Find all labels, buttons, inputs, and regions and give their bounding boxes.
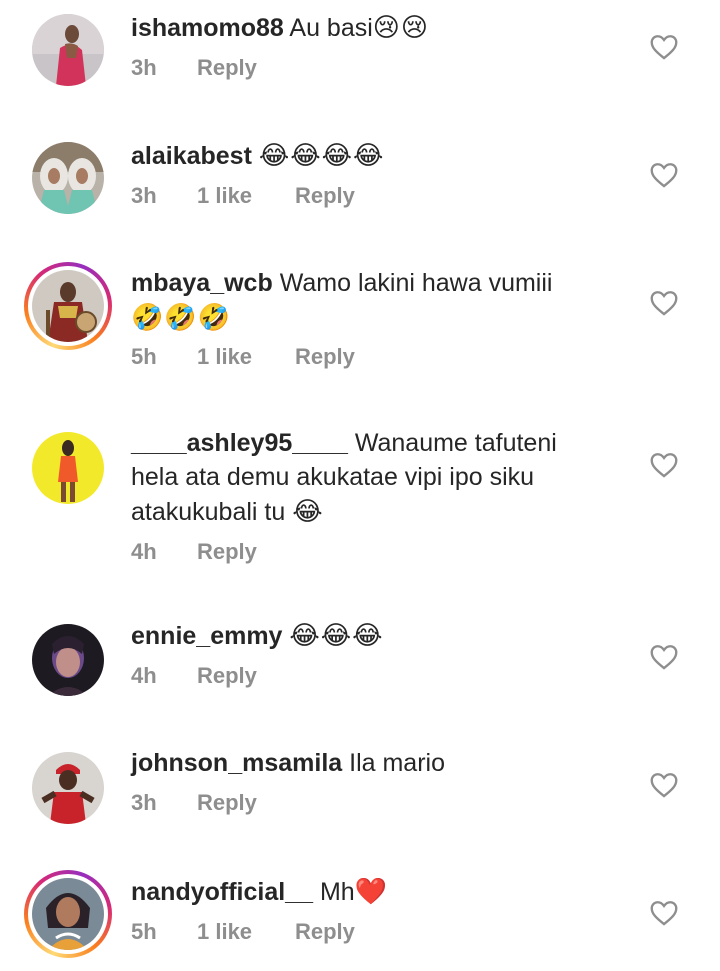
comment-line: johnson_msamila Ila mario [131,746,631,780]
heart-icon[interactable] [650,162,678,188]
comment-item: nandyofficial__ Mh❤️ 5h 1 like Reply [0,864,720,971]
comment-timestamp: 5h [131,344,157,369]
comment-meta: 3h 1 like Reply [131,181,631,211]
heart-icon[interactable] [650,290,678,316]
comment-timestamp: 4h [131,663,157,688]
comment-item: ____ashley95____ Wanaume tafuteni hela a… [0,416,720,608]
comment-item: ishamomo88 Au basi😢😢 3h Reply [0,0,720,128]
comment-timestamp: 3h [131,790,157,815]
story-ring [28,266,108,346]
comment-likes[interactable]: 1 like [197,342,295,372]
avatar-photo-woman-selfie [32,624,104,696]
comment-likes[interactable]: 1 like [197,917,295,947]
comment-text-line: atakukubali tu 😂 [131,494,631,529]
comment-line: nandyofficial__ Mh❤️ [131,874,631,909]
comment-username[interactable]: ____ashley95____ [131,429,348,457]
comment-text [252,142,259,170]
comment-line: ishamomo88 Au basi😢😢 [131,10,631,45]
avatar-photo-woman-glam [32,878,104,950]
avatar-photo-two-women-hijab [32,142,104,214]
comment-emoji: 🤣🤣🤣 [131,302,232,332]
comment-emoji: 😂😂😂😂 [258,140,385,170]
avatar[interactable] [32,752,104,824]
comment-likes[interactable]: 1 like [197,181,295,211]
comment-username[interactable]: alaikabest [131,142,252,170]
avatar[interactable] [32,14,104,86]
story-ring [28,874,108,954]
comment-line: ____ashley95____ Wanaume tafuteni [131,426,631,460]
comment-emoji: 😂 [292,496,324,526]
avatar[interactable] [32,432,104,504]
comment-emoji: 😂😂😂 [289,620,384,650]
reply-button[interactable]: Reply [197,537,257,567]
reply-button[interactable]: Reply [295,342,355,372]
reply-button[interactable]: Reply [197,53,257,83]
comment-meta: 3h Reply [131,788,631,818]
heart-icon[interactable] [650,34,678,60]
comment-meta: 4h Reply [131,537,631,567]
avatar[interactable] [24,262,112,350]
comment-text: Wanaume tafuteni [347,429,557,457]
comment-meta: 5h 1 like Reply [131,917,631,947]
comment-line: alaikabest 😂😂😂😂 [131,138,631,173]
comment-text: Wamo lakini hawa vumiii [272,269,553,297]
comment-line: ennie_emmy 😂😂😂 [131,618,631,653]
avatar-photo-man-traditional [32,270,104,342]
avatar-photo-woman-orange [32,432,104,504]
reply-button[interactable]: Reply [197,788,257,818]
reply-button[interactable]: Reply [295,181,355,211]
comment-username[interactable]: ennie_emmy [131,622,282,650]
comment-emoji: 😢😢 [372,12,430,42]
comment-item: alaikabest 😂😂😂😂 3h 1 like Reply [0,128,720,256]
comment-item: johnson_msamila Ila mario 3h Reply [0,736,720,864]
reply-button[interactable]: Reply [197,661,257,691]
comment-text: Au basi [283,14,373,42]
comment-timestamp: 3h [131,55,157,80]
comment-item: mbaya_wcb Wamo lakini hawa vumiii 🤣🤣🤣 5h… [0,256,720,416]
avatar[interactable] [24,870,112,958]
comment-text: Ila mario [342,749,445,777]
heart-icon[interactable] [650,452,678,478]
comment-username[interactable]: ishamomo88 [131,14,284,42]
comment-meta: 4h Reply [131,661,631,691]
comment-username[interactable]: mbaya_wcb [131,269,273,297]
comment-item: ennie_emmy 😂😂😂 4h Reply [0,608,720,736]
comment-timestamp: 3h [131,183,157,208]
comment-timestamp: 4h [131,539,157,564]
avatar-photo-woman-pink [32,14,104,86]
comment-username[interactable]: nandyofficial__ [131,878,313,906]
heart-icon[interactable] [650,644,678,670]
heart-icon[interactable] [650,772,678,798]
avatar[interactable] [32,142,104,214]
reply-button[interactable]: Reply [295,917,355,947]
comment-username[interactable]: johnson_msamila [131,749,342,777]
comment-meta: 3h Reply [131,53,631,83]
heart-icon[interactable] [650,900,678,926]
comment-meta: 5h 1 like Reply [131,342,631,372]
avatar-photo-man-red-cap [32,752,104,824]
comment-timestamp: 5h [131,919,157,944]
comment-text: atakukubali tu [131,498,293,526]
comment-emoji: ❤️ [354,876,389,906]
comment-text: Mh [313,878,355,906]
avatar[interactable] [32,624,104,696]
comment-line: mbaya_wcb Wamo lakini hawa vumiii [131,266,631,300]
comment-text-line: hela ata demu akukatae vipi ipo siku [131,463,535,491]
